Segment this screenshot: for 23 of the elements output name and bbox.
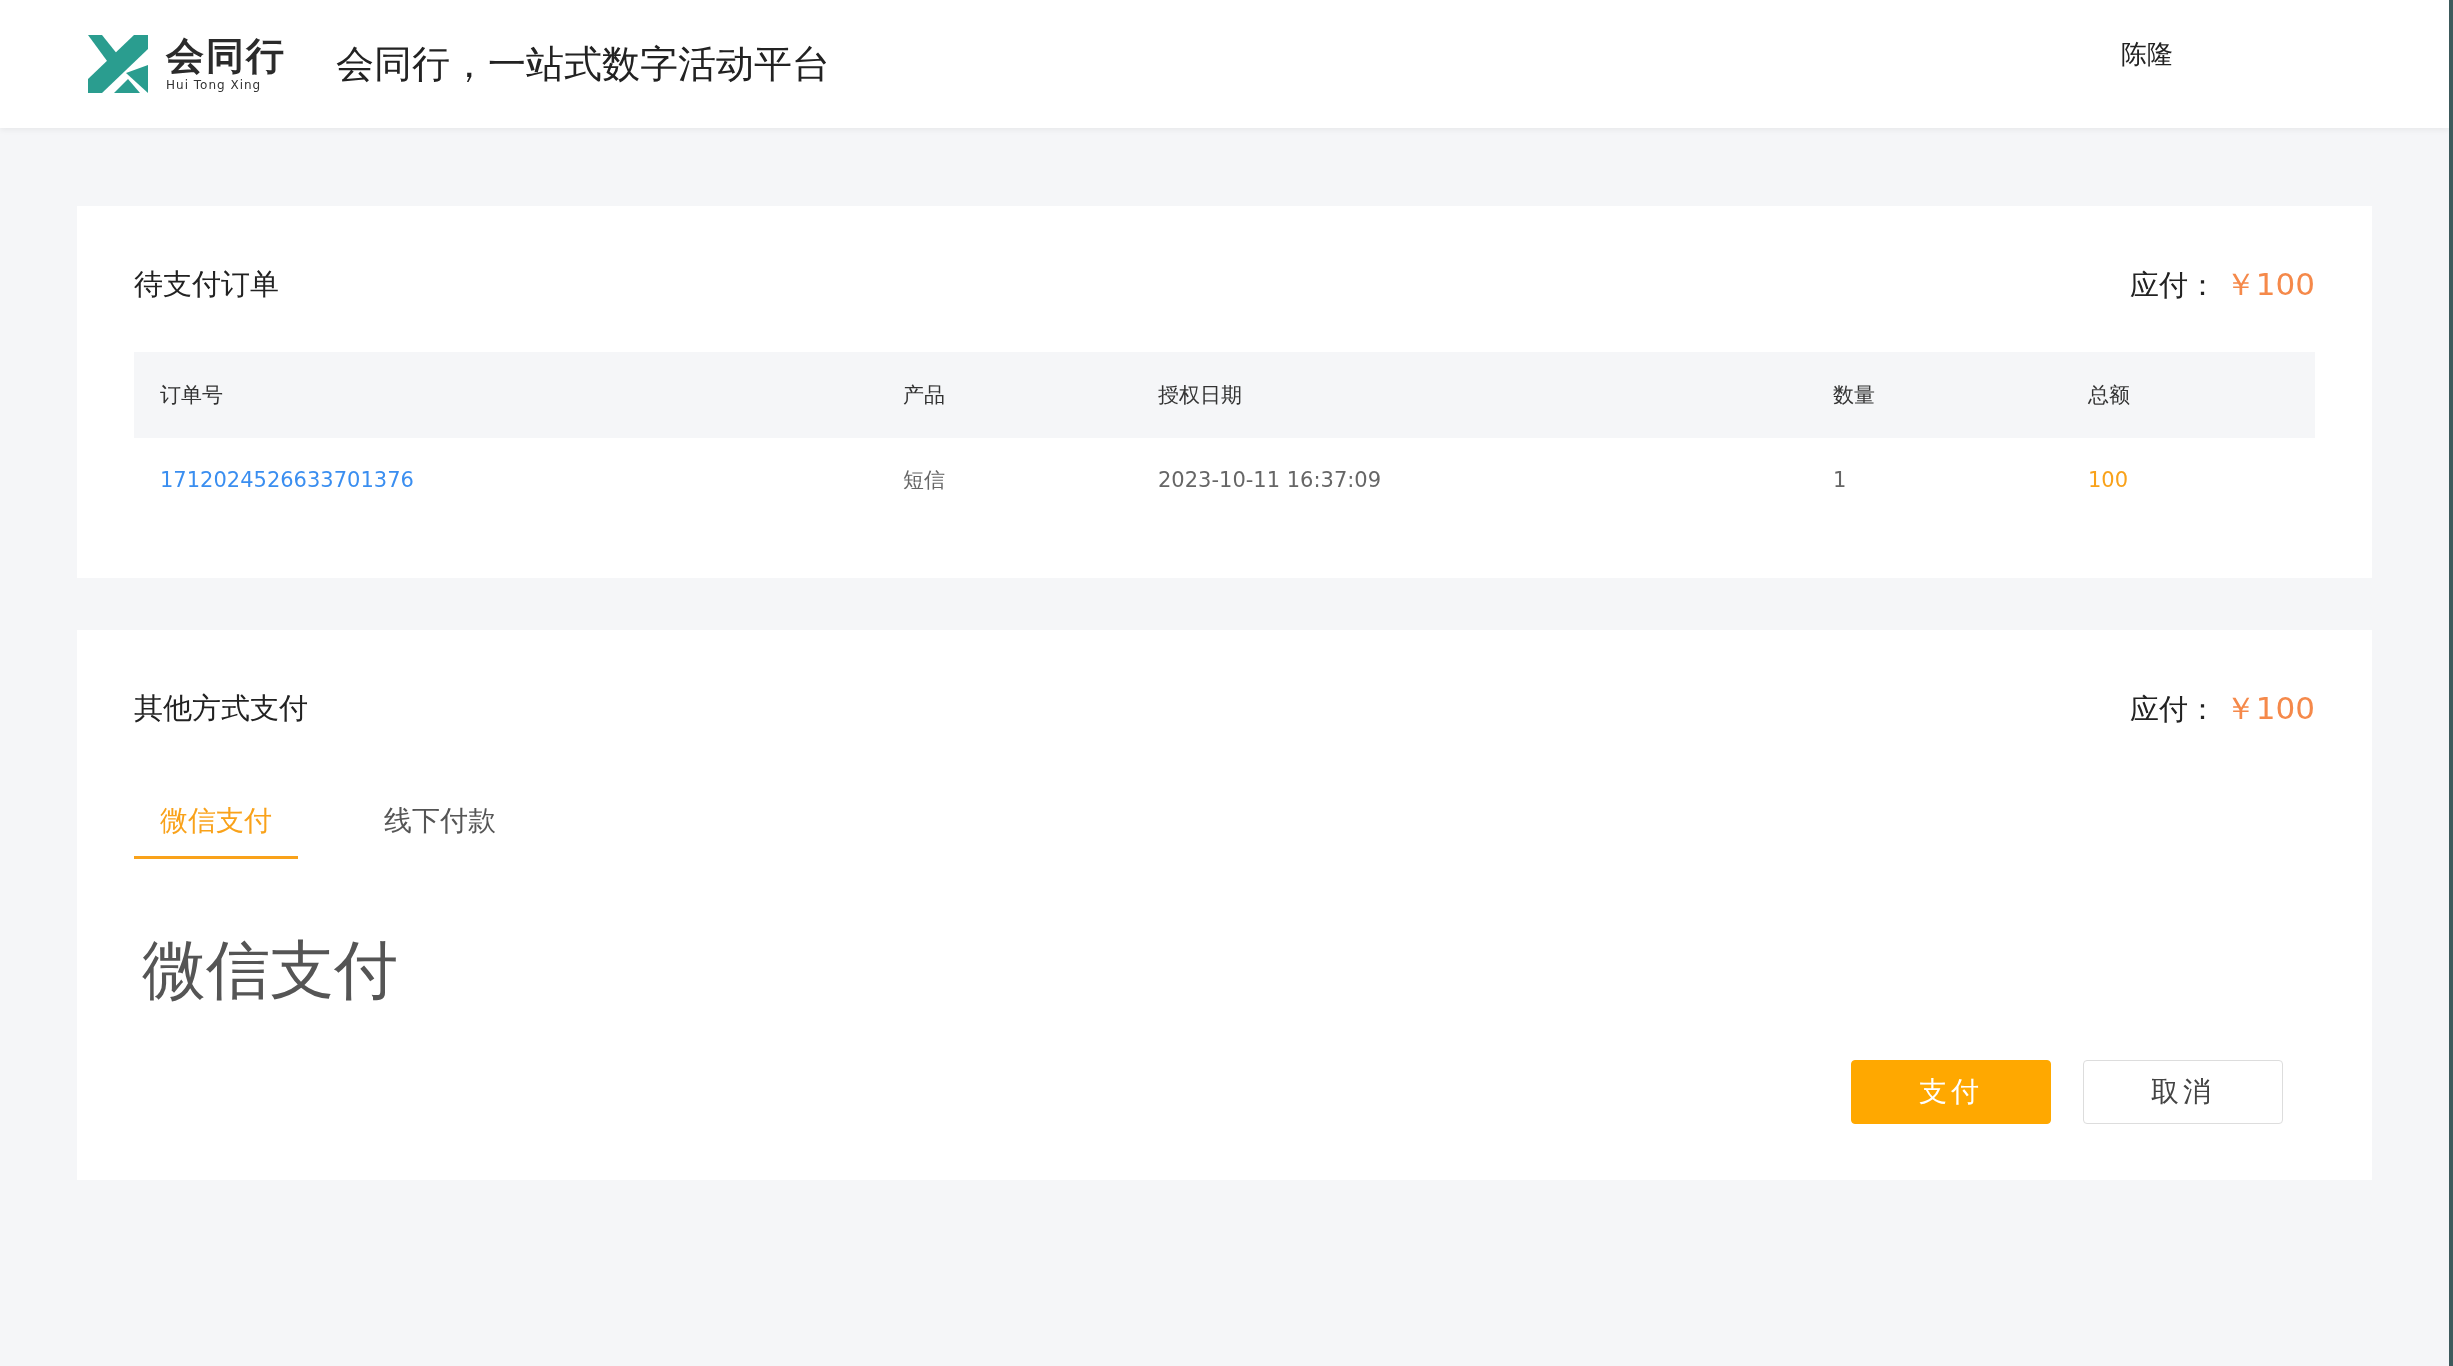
user-name[interactable]: 陈隆	[2121, 36, 2173, 72]
due-label: 应付：	[2129, 691, 2217, 728]
card-title: 待支付订单	[134, 266, 279, 303]
payment-tab[interactable]: 线下付款	[358, 794, 522, 859]
due-label: 应付：	[2129, 267, 2217, 304]
due-amount: ￥100	[2224, 265, 2315, 304]
column-header: 授权日期	[1158, 382, 1243, 409]
column-header: 订单号	[160, 382, 224, 409]
due-amount: ￥100	[2224, 689, 2315, 728]
logo-icon	[88, 35, 148, 93]
logo-subtitle: Hui Tong Xing	[166, 77, 263, 92]
panel-heading: 微信支付	[142, 932, 399, 1009]
logo-name: 会同行	[166, 36, 286, 78]
table-cell-text: 短信	[903, 467, 946, 494]
card-title: 其他方式支付	[134, 690, 308, 727]
column-header: 总额	[2088, 382, 2131, 409]
table-cell-text: 100	[2088, 468, 2130, 492]
table-cell-text: 1	[1833, 468, 1848, 492]
table-cell-text: 2023-10-11 16:37:09	[1158, 468, 1383, 492]
site-title: 会同行，一站式数字活动平台	[336, 40, 830, 88]
column-header: 数量	[1833, 382, 1876, 409]
cancel-button[interactable]: 取消	[2083, 1060, 2283, 1124]
column-header: 产品	[903, 382, 946, 409]
